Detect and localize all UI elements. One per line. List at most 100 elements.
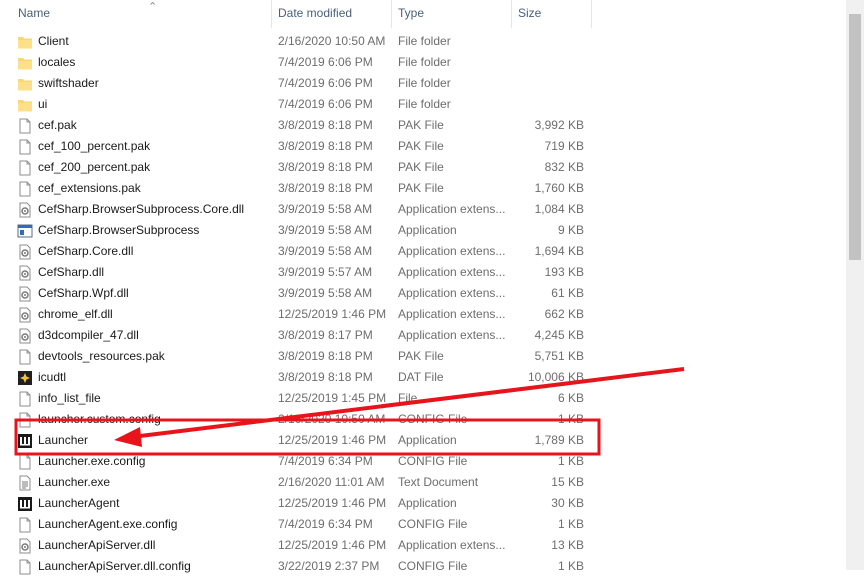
file-row[interactable]: swiftshader 7/4/2019 6:06 PM File folder	[0, 73, 846, 94]
file-row[interactable]: locales 7/4/2019 6:06 PM File folder	[0, 52, 846, 73]
column-header-date[interactable]: Date modified	[272, 0, 392, 28]
file-date-modified: 3/9/2019 5:57 AM	[278, 265, 373, 279]
sort-ascending-icon: ⌃	[148, 1, 158, 13]
file-date-modified: 3/8/2019 8:18 PM	[278, 139, 373, 153]
file-icon	[17, 454, 33, 470]
file-date-modified: 3/8/2019 8:18 PM	[278, 349, 373, 363]
file-row[interactable]: LauncherAgent.exe.config 7/4/2019 6:34 PM…	[0, 514, 846, 535]
file-row[interactable]: d3dcompiler_47.dll 3/8/2019 8:17 PM Applic…	[0, 325, 846, 346]
file-type: Text Document	[398, 475, 479, 489]
file-row[interactable]: CefSharp.BrowserSubprocess.Core.dll 3/9/2…	[0, 199, 846, 220]
file-type: CONFIG File	[398, 454, 468, 468]
dat-icon	[17, 370, 33, 386]
file-row[interactable]: Launcher 12/25/2019 1:46 PM Application 1,7…	[0, 430, 846, 451]
file-date-modified: 3/8/2019 8:18 PM	[278, 118, 373, 132]
file-type: Application	[398, 433, 457, 447]
dll-icon	[17, 307, 33, 323]
file-name: Launcher.exe.config	[38, 454, 146, 468]
file-name: Launcher.exe	[38, 475, 111, 489]
file-row[interactable]: LauncherApiServer.dll 12/25/2019 1:46 PM A…	[0, 535, 846, 556]
file-row[interactable]: chrome_elf.dll 12/25/2019 1:46 PM Applicat…	[0, 304, 846, 325]
file-date-modified: 7/4/2019 6:06 PM	[278, 55, 373, 69]
file-name: LauncherAgent	[38, 496, 120, 510]
file-row[interactable]: CefSharp.Core.dll 3/9/2019 5:58 AM Applica…	[0, 241, 846, 262]
file-row[interactable]: CefSharp.dll 3/9/2019 5:57 AM Application …	[0, 262, 846, 283]
column-date-label: Date modified	[278, 6, 353, 20]
dll-icon	[17, 244, 33, 260]
file-row[interactable]: cef.pak 3/8/2019 8:18 PM PAK File 3,992 KB	[0, 115, 846, 136]
file-date-modified: 3/8/2019 8:17 PM	[278, 328, 373, 342]
file-row[interactable]: Launcher.exe 2/16/2020 11:01 AM Text Docum…	[0, 472, 846, 493]
file-size: 719 KB	[544, 139, 584, 153]
file-name: locales	[38, 55, 76, 69]
file-type: PAK File	[398, 139, 444, 153]
file-date-modified: 3/8/2019 8:18 PM	[278, 370, 373, 384]
column-header-type[interactable]: Type	[392, 0, 512, 28]
file-type: File folder	[398, 34, 451, 48]
file-size: 1,694 KB	[534, 244, 584, 258]
file-row[interactable]: Launcher.exe.config 7/4/2019 6:34 PM CONFI…	[0, 451, 846, 472]
text-file-icon	[17, 475, 33, 491]
file-icon	[17, 181, 33, 197]
file-type: Application extens...	[398, 307, 506, 321]
file-size: 1 KB	[557, 454, 584, 468]
file-name: chrome_elf.dll	[38, 307, 113, 321]
file-name: CefSharp.Wpf.dll	[38, 286, 129, 300]
file-row[interactable]: cef_extensions.pak 3/8/2019 8:18 PM PAK Fi…	[0, 178, 846, 199]
file-name: CefSharp.dll	[38, 265, 105, 279]
file-size: 15 KB	[551, 475, 584, 489]
file-row[interactable]: Client 2/16/2020 10:50 AM File folder	[0, 31, 846, 52]
file-size: 832 KB	[544, 160, 584, 174]
file-type: PAK File	[398, 349, 444, 363]
file-name: cef_extensions.pak	[38, 181, 141, 195]
vertical-scrollbar[interactable]	[846, 0, 864, 570]
file-icon	[17, 391, 33, 407]
file-row[interactable]: cef_100_percent.pak 3/8/2019 8:18 PM PAK F…	[0, 136, 846, 157]
column-name-label: Name	[18, 6, 51, 20]
file-row[interactable]: icudtl 3/8/2019 8:18 PM DAT File 10,006 KB	[0, 367, 846, 388]
file-row[interactable]: LauncherAgent 12/25/2019 1:46 PM Applicati…	[0, 493, 846, 514]
file-size: 1 KB	[557, 517, 584, 531]
file-type: Application extens...	[398, 538, 506, 552]
file-name: info_list_file	[38, 391, 101, 405]
file-icon	[17, 349, 33, 365]
file-row[interactable]: CefSharp.Wpf.dll 3/9/2019 5:58 AM Applicat…	[0, 283, 846, 304]
file-row[interactable]: cef_200_percent.pak 3/8/2019 8:18 PM PAK F…	[0, 157, 846, 178]
file-row[interactable]: devtools_resources.pak 3/8/2019 8:18 PM PA…	[0, 346, 846, 367]
file-row[interactable]: LauncherApiServer.dll.config 3/22/2019 2:…	[0, 556, 846, 577]
file-name: CefSharp.Core.dll	[38, 244, 134, 258]
file-icon	[17, 118, 33, 134]
file-size: 4,245 KB	[534, 328, 584, 342]
file-row[interactable]: info_list_file 12/25/2019 1:45 PM File 6 KB	[0, 388, 846, 409]
file-date-modified: 2/16/2020 10:50 AM	[278, 34, 386, 48]
file-size: 61 KB	[551, 286, 584, 300]
file-name: cef.pak	[38, 118, 77, 132]
file-type: PAK File	[398, 118, 444, 132]
file-date-modified: 12/25/2019 1:46 PM	[278, 307, 387, 321]
file-type: Application	[398, 496, 457, 510]
column-header-size[interactable]: Size	[512, 0, 592, 28]
scrollbar-thumb[interactable]	[849, 14, 861, 260]
file-size: 193 KB	[544, 265, 584, 279]
column-size-label: Size	[518, 6, 542, 20]
file-size: 1,789 KB	[534, 433, 584, 447]
file-date-modified: 7/4/2019 6:34 PM	[278, 517, 373, 531]
file-date-modified: 2/16/2020 11:01 AM	[278, 475, 385, 489]
file-size: 30 KB	[551, 496, 584, 510]
file-row[interactable]: CefSharp.BrowserSubprocess 3/9/2019 5:58 …	[0, 220, 846, 241]
file-name: d3dcompiler_47.dll	[38, 328, 139, 342]
folder-icon	[17, 97, 33, 113]
dll-icon	[17, 265, 33, 281]
file-type: Application extens...	[398, 286, 506, 300]
file-name: LauncherApiServer.dll.config	[38, 559, 191, 573]
file-size: 5,751 KB	[534, 349, 584, 363]
file-row[interactable]: ui 7/4/2019 6:06 PM File folder	[0, 94, 846, 115]
file-date-modified: 7/4/2019 6:06 PM	[278, 76, 373, 90]
file-name: LauncherApiServer.dll	[38, 538, 156, 552]
column-header-name[interactable]: Name ⌃	[12, 0, 272, 28]
column-header-bar: Name ⌃ Date modified Type Size	[0, 0, 846, 28]
file-row[interactable]: launcher.custom.config 2/16/2020 10:50 AM…	[0, 409, 846, 430]
file-type: File folder	[398, 97, 451, 111]
file-date-modified: 7/4/2019 6:06 PM	[278, 97, 373, 111]
file-date-modified: 12/25/2019 1:46 PM	[278, 538, 387, 552]
